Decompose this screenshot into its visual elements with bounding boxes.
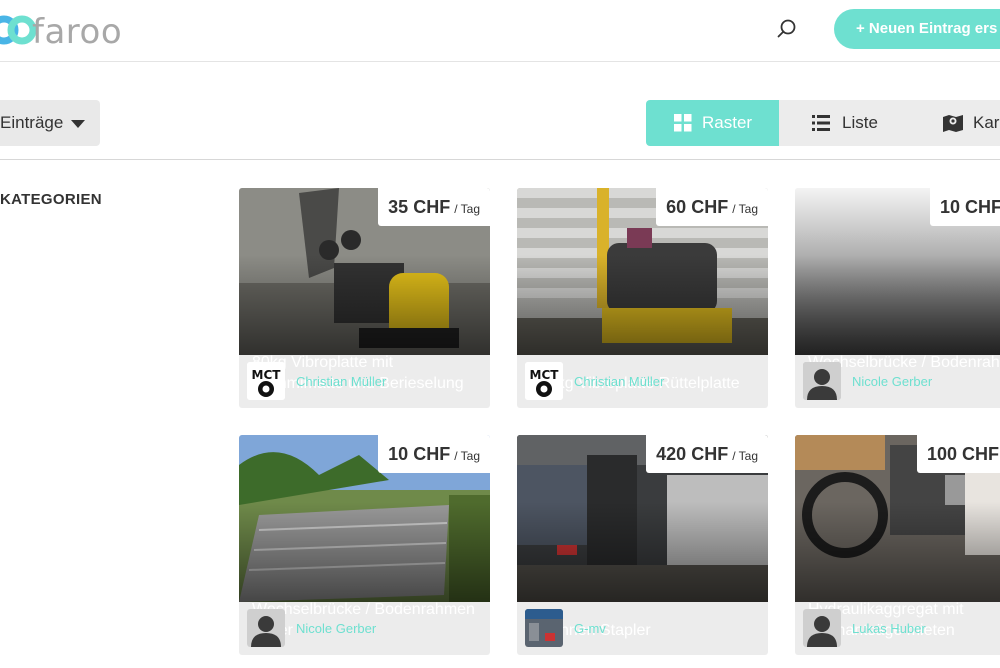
price-badge: 10 CHF / Tag (378, 435, 490, 473)
price-amount: 60 CHF (666, 197, 729, 217)
price-unit: / Tag (732, 449, 758, 463)
logo-wordmark: faroo (32, 12, 123, 52)
svg-text:MCT: MCT (252, 368, 282, 382)
warehouse-photo-icon (525, 609, 563, 647)
top-bar: faroo + Neuen Eintrag ers (0, 0, 1000, 62)
search-icon (777, 19, 796, 38)
listing-card[interactable]: Hydraulikaggregat mit Diamantsäge mieten… (795, 435, 1000, 655)
view-list-button[interactable]: Liste (779, 100, 911, 146)
price-amount: 100 CHF (927, 444, 1000, 464)
listing-card[interactable]: Wechselbrücke / Bodenrahmen 9m 10 CHF Ni… (795, 188, 1000, 408)
user-placeholder-icon (803, 362, 841, 400)
map-icon (943, 115, 963, 132)
view-map-label: Kar (973, 113, 1000, 132)
owner-name[interactable]: Christian Müller (574, 355, 664, 408)
view-map-button[interactable]: Kar (911, 100, 1000, 146)
owner-name[interactable]: Nicole Gerber (852, 355, 932, 408)
price-badge: 10 CHF (930, 188, 1000, 226)
new-entry-button[interactable]: + Neuen Eintrag ers (834, 9, 1000, 49)
price-amount: 35 CHF (388, 197, 451, 217)
mct-logo-icon: MCT (525, 362, 563, 400)
price-unit: / Tag (454, 202, 480, 216)
listing-card[interactable]: 8 Tonnen Stapler 420 CHF / Tag G-mv (517, 435, 768, 655)
price-amount: 10 CHF (940, 197, 1000, 217)
user-placeholder-icon (803, 609, 841, 647)
listing-owner[interactable]: G-mv (517, 602, 768, 655)
owner-name[interactable]: Christian Müller (296, 355, 386, 408)
owner-name[interactable]: Lukas Huber (852, 602, 926, 655)
owner-name[interactable]: Nicole Gerber (296, 602, 376, 655)
faroo-logo[interactable]: faroo (0, 8, 150, 52)
avatar (803, 609, 841, 647)
listing-card[interactable]: 80kg Vibroplatte mit Gummimatte und Beri… (239, 188, 490, 408)
listing-card[interactable]: 450kg Vibroplatte Rüttelplatte 60 CHF / T… (517, 188, 768, 408)
owner-name[interactable]: G-mv (574, 602, 606, 655)
price-amount: 10 CHF (388, 444, 451, 464)
price-badge: 420 CHF / Tag (646, 435, 768, 473)
price-badge: 35 CHF / Tag (378, 188, 490, 226)
price-badge: 60 CHF / Tag (656, 188, 768, 226)
categories-heading: KATEGORIEN (0, 191, 102, 208)
search-button[interactable] (774, 16, 800, 42)
listing-owner[interactable]: MCT Christian Müller (517, 355, 768, 408)
view-raster-button[interactable]: Raster (646, 100, 779, 146)
grid-icon (674, 114, 692, 132)
entries-dropdown-label: Einträge (0, 113, 64, 132)
listing-owner[interactable]: MCT Christian Müller (239, 355, 490, 408)
price-amount: 420 CHF (656, 444, 729, 464)
view-list-label: Liste (842, 113, 878, 132)
avatar: MCT (525, 362, 563, 400)
view-raster-label: Raster (702, 113, 753, 132)
avatar (247, 609, 285, 647)
avatar (803, 362, 841, 400)
filter-bar: Einträge Raster Liste Kar (0, 100, 1000, 160)
avatar: MCT (247, 362, 285, 400)
list-icon (812, 115, 830, 131)
listing-card[interactable]: Wechselbrücke / Bodenrahmen 745er 10 CHF… (239, 435, 490, 655)
price-unit: / Tag (454, 449, 480, 463)
entries-dropdown[interactable]: Einträge (0, 100, 100, 146)
listing-owner[interactable]: Nicole Gerber (795, 355, 1000, 408)
listing-owner[interactable]: Lukas Huber (795, 602, 1000, 655)
mct-logo-icon: MCT (247, 362, 285, 400)
user-placeholder-icon (247, 609, 285, 647)
price-badge: 100 CHF (917, 435, 1000, 473)
avatar (525, 609, 563, 647)
price-unit: / Tag (732, 202, 758, 216)
caret-down-icon (71, 119, 86, 128)
svg-text:MCT: MCT (530, 368, 560, 382)
listing-owner[interactable]: Nicole Gerber (239, 602, 490, 655)
